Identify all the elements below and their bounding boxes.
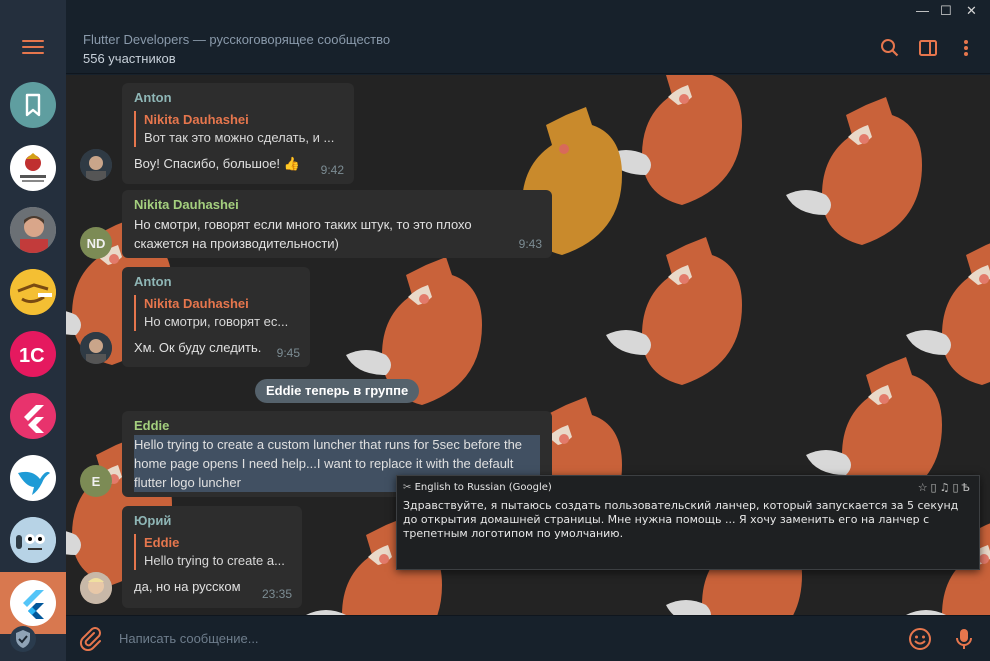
attach-icon[interactable] [78,627,102,652]
more-options-icon[interactable] [956,38,976,58]
translation-title: ✂ English to Russian (Google) [403,482,552,493]
service-message: Eddie теперь в группе [255,379,420,403]
quote-text: Но смотри, говорят ес... [144,314,289,329]
hamburger-menu-icon[interactable] [22,40,44,56]
message-text: Но смотри, говорят если много таких штук… [134,217,472,251]
shield-icon [10,626,36,652]
translation-text: Здравствуйте, я пытаюсь создать пользова… [403,499,959,540]
message-bubble[interactable]: Юрий Eddie Hello trying to create a... д… [122,506,302,608]
message-author: Anton [134,90,172,105]
scissors-icon: ✂ [403,482,415,493]
message-text: Воу! Спасибо, большое! 👍 [134,156,300,171]
message-bubble[interactable]: Nikita Dauhashei Но смотри, говорят если… [122,190,552,258]
quote-author: Eddie [144,535,180,550]
message-time: 9:45 [276,346,300,360]
message-bubble[interactable]: Anton Nikita Dauhashei Вот так это можно… [122,83,354,184]
chat-header: Flutter Developers — русскоговорящее соо… [66,22,990,74]
message-time: 9:43 [518,237,542,251]
hummingbird-avatar[interactable] [10,455,56,501]
bug-mascot-avatar[interactable] [10,517,56,563]
translation-popup[interactable]: ✂ English to Russian (Google) ☆▯♫▯Ѣ Здра… [396,475,980,570]
emoji-avatar[interactable] [10,269,56,315]
message-input[interactable]: Написать сообщение... [119,631,259,646]
anton-avatar[interactable] [80,332,112,364]
reply-quote[interactable]: Nikita Dauhashei Вот так это можно сдела… [134,111,343,147]
message-time: 9:42 [320,163,344,177]
quote-author: Nikita Dauhashei [144,296,249,311]
message-author: Anton [134,274,172,289]
message-author: Eddie [134,418,170,433]
flutter-avatar[interactable] [10,393,56,439]
microphone-icon[interactable] [952,627,976,651]
sidebar-toggle-icon[interactable] [918,38,938,58]
yuri-avatar[interactable] [80,572,112,604]
avatar-nd[interactable]: ND [80,227,112,259]
search-icon[interactable] [880,38,900,58]
quote-text: Вот так это можно сделать, и ... [144,130,335,145]
1c-avatar[interactable]: 1C [10,331,56,377]
person-avatar[interactable] [10,207,56,253]
chat-title[interactable]: Flutter Developers — русскоговорящее соо… [83,32,390,47]
avatar-e[interactable]: E [80,465,112,497]
anton-avatar[interactable] [80,149,112,181]
coat-of-arms-avatar[interactable] [10,145,56,191]
chat-list-sidebar: 1C [0,0,66,661]
member-count[interactable]: 556 участников [83,51,176,66]
window-controls: — ☐ ✕ [910,0,990,22]
saved-messages-icon[interactable] [10,82,56,128]
reply-quote[interactable]: Nikita Dauhashei Но смотри, говорят ес..… [134,295,299,331]
message-author: Nikita Dauhashei [134,197,239,212]
message-author: Юрий [134,513,172,528]
message-bubble[interactable]: Anton Nikita Dauhashei Но смотри, говоря… [122,267,310,367]
emoji-icon[interactable] [908,627,932,651]
message-time: 23:35 [261,587,292,601]
svg-text:1C: 1C [19,345,45,367]
avatar-initials: ND [86,235,106,251]
maximize-button[interactable]: ☐ [940,4,952,17]
close-button[interactable]: ✕ [966,4,977,17]
message-composer: Написать сообщение... [66,615,990,661]
quote-author: Nikita Dauhashei [144,112,249,127]
avatar-initials: E [91,473,101,489]
message-text: Хм. Ок буду следить. [134,340,262,355]
minimize-button[interactable]: — [916,4,929,17]
reply-quote[interactable]: Eddie Hello trying to create a... [134,534,291,570]
flutter-avatar-active[interactable] [10,580,56,626]
quote-text: Hello trying to create a... [144,553,285,568]
translation-toolbar[interactable]: ☆▯♫▯Ѣ [918,481,973,494]
